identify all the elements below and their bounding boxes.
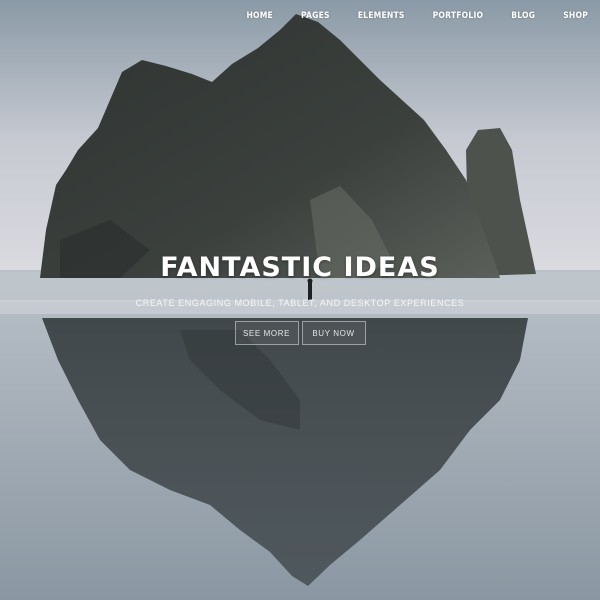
nav-item-elements[interactable]: ELEMENTS xyxy=(358,11,405,21)
hero-actions: SEE MORE BUY NOW xyxy=(0,321,600,345)
nav-item-pages[interactable]: PAGES xyxy=(301,11,330,21)
nav-item-home[interactable]: HOME xyxy=(246,11,273,21)
main-nav: HOME PAGES ELEMENTS PORTFOLIO BLOG SHOP xyxy=(246,0,600,32)
nav-item-blog[interactable]: BLOG xyxy=(511,11,535,21)
hero-subtitle: CREATE ENGAGING MOBILE, TABLET, AND DESK… xyxy=(135,298,465,308)
nav-item-portfolio[interactable]: PORTFOLIO xyxy=(433,11,484,21)
hero-title: FANTASTIC IDEAS xyxy=(160,252,440,283)
buy-now-button[interactable]: BUY NOW xyxy=(301,321,366,345)
see-more-button[interactable]: SEE MORE xyxy=(234,321,299,345)
nav-item-shop[interactable]: SHOP xyxy=(563,11,588,21)
